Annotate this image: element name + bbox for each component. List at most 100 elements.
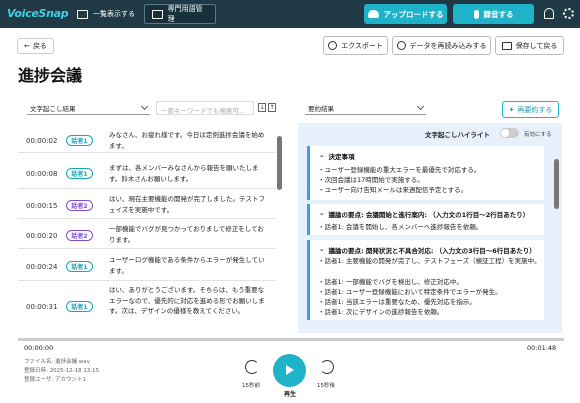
card-line: ・話者1: 一部機能でバグを検出し、修正対応中。: [318, 278, 463, 286]
card-line: ・話者1: 主要機能の開発が完了し、テストフェーズ（検証工程）を実施中。: [318, 257, 541, 265]
rewind-15-icon[interactable]: [245, 360, 259, 374]
row-time: 00:00:24: [26, 263, 58, 271]
chevron-down-icon: [140, 102, 149, 110]
card-line: ・話者1: ユーザー登録機能において特定条件でエラーが発生。: [318, 288, 502, 296]
forward-15-label: 15秒後: [317, 383, 335, 389]
row-time: 00:00:15: [26, 202, 58, 210]
card-header: ⌄ 議論の要点: 開発状況と不具合対応: （入力文の3行目〜6行目あたり）: [319, 245, 536, 255]
total-time: 00:01:48: [527, 344, 557, 352]
highlight-label: 文字起こしハイライト: [425, 131, 490, 139]
row-text: はい、ありがとうございます。そちらは、もう重要なエラーなので、優先的に対応を進め…: [109, 286, 265, 315]
card-line: ・話者1: 次にデザインの進捗報告を依頼。: [318, 308, 444, 316]
page-title: 進捗会議: [18, 66, 83, 85]
chevron-down-icon[interactable]: ⌄: [319, 151, 324, 161]
search-input[interactable]: 一部キーワードでも検索可...: [156, 101, 254, 115]
gear-icon[interactable]: [563, 8, 574, 19]
summary-card: ⌄ 議論の要点: 開発状況と不具合対応: （入力文の3行目〜6行目あたり） ・話…: [307, 240, 544, 320]
highlight-toggle[interactable]: [500, 128, 519, 138]
back-button[interactable]: ← 戻る: [17, 38, 54, 54]
search-down-icon[interactable]: ↓: [258, 103, 266, 112]
play-button[interactable]: [273, 354, 306, 387]
chevron-down-icon[interactable]: ⌄: [319, 245, 324, 255]
speaker-badge: 話者1: [66, 135, 93, 146]
top-bar: VoiceSnap 一覧表示する 専門用語管理 アップロードする 録音する: [0, 0, 580, 28]
upload-button[interactable]: アップロードする: [364, 4, 447, 24]
folder-icon: [501, 41, 512, 50]
summary-card: ⌄ 議論の要点: 会議開始と進行案内: （入力文の1行目〜2行目あたり） ・話者…: [307, 204, 544, 235]
card-line: ・話者1: 会議を開始し、各メンバーへ進捗報告を依頼。: [318, 223, 483, 231]
transcript-row[interactable]: 00:00:20 話者2 一部機能でバグが見つかっておりまして修正をしております…: [18, 219, 276, 249]
speaker-badge: 話者2: [66, 230, 93, 241]
transcript-list[interactable]: 00:00:02 話者1 みなさん、お疲れ様です。今日は定例進捗会議を始めます。…: [18, 126, 285, 332]
nav-list-view[interactable]: 一覧表示する: [70, 4, 142, 24]
record-button[interactable]: 録音する: [453, 4, 534, 24]
summary-scrollbar[interactable]: [554, 159, 559, 209]
search-up-icon[interactable]: ↑: [268, 103, 276, 112]
reload-button[interactable]: データを再読み込みする: [392, 36, 491, 55]
card-line: ・ユーザー登録機能の重大エラーを最優先で対応する。: [318, 166, 481, 174]
speaker-badge: 話者1: [66, 301, 93, 312]
card-header: ⌄ 決定事項: [319, 151, 354, 161]
sparkle-icon: ✦: [508, 105, 515, 114]
reload-label: データを再読み込みする: [409, 41, 487, 50]
transcript-row[interactable]: 00:00:31 話者1 はい、ありがとうございます。そちらは、もう重要なエラー…: [18, 281, 276, 332]
save-back-label: 保存して戻る: [515, 41, 558, 50]
back-label: 戻る: [32, 42, 47, 50]
bell-icon[interactable]: [544, 8, 554, 19]
mic-icon: [473, 9, 479, 19]
register-date: 登録日時: 2025-12-18 13:15: [24, 368, 100, 374]
transcript-select-value: 文字起こし結果: [30, 104, 76, 113]
export-label: エクスポート: [341, 41, 383, 50]
transcript-row[interactable]: 00:00:02 話者1 みなさん、お疲れ様です。今日は定例進捗会議を始めます。: [18, 126, 276, 153]
row-text: まずは、各メンバーみなさんから報告を願いたします。鈴木さんお願いします。: [109, 164, 259, 183]
app-logo[interactable]: VoiceSnap: [7, 7, 69, 20]
play-label: 再生: [284, 391, 297, 398]
arrow-left-icon: ←: [24, 42, 30, 50]
card-header: ⌄ 議論の要点: 会議開始と進行案内: （入力文の1行目〜2行目あたり）: [319, 209, 529, 219]
download-icon: [328, 41, 338, 50]
cloud-upload-icon: [367, 10, 379, 18]
forward-15-icon[interactable]: [320, 360, 334, 374]
row-time: 00:00:08: [26, 170, 58, 178]
speaker-badge: 話者1: [66, 168, 93, 179]
register-user: 登録ユーザ: アカウント1: [24, 377, 86, 383]
resummarize-label: 再要約する: [517, 105, 553, 114]
card-line: ・ユーザー向け告知メールは来週配信予定とする。: [318, 186, 468, 194]
transcript-select[interactable]: 文字起こし結果: [27, 101, 150, 115]
export-button[interactable]: エクスポート: [323, 36, 388, 55]
summary-card: ⌄ 決定事項 ・ユーザー登録機能の重大エラーを最優先で対応する。 ・次回会議は1…: [307, 146, 544, 200]
chevron-down-icon: [416, 102, 425, 110]
row-time: 00:00:20: [26, 232, 58, 240]
refresh-icon: [396, 41, 406, 50]
row-text: みなさん、お疲れ様です。今日は定例進捗会議を始めます。: [109, 131, 265, 150]
file-name: ファイル名: 進捗会議.wav: [24, 359, 90, 365]
card-title: 議論の要点: 開発状況と不具合対応: （入力文の3行目〜6行目あたり）: [328, 247, 536, 255]
row-text: はい、現在主要機能の開発が完了しました。テストフェイズを実施中です。: [109, 195, 265, 214]
audio-progress-bar[interactable]: [18, 338, 564, 341]
transcript-row[interactable]: 00:00:08 話者1 まずは、各メンバーみなさんから報告を願いたします。鈴木…: [18, 157, 276, 189]
nav-list-label: 一覧表示する: [93, 10, 135, 18]
transcript-row[interactable]: 00:00:24 話者1 ユーザーログ機能である条件からエラーが発生しています。: [18, 249, 276, 281]
upload-label: アップロードする: [383, 9, 444, 19]
list-icon: [77, 9, 88, 19]
transcript-row[interactable]: 00:00:15 話者2 はい、現在主要機能の開発が完了しました。テストフェイズ…: [18, 189, 276, 219]
rewind-15-label: 15秒前: [242, 383, 260, 389]
speaker-badge: 話者2: [66, 200, 93, 211]
card-title: 決定事項: [328, 153, 355, 161]
summary-select[interactable]: 要約結果: [305, 101, 426, 115]
row-time: 00:00:31: [26, 303, 58, 311]
row-time: 00:00:02: [26, 137, 58, 145]
save-back-button[interactable]: 保存して戻る: [495, 36, 564, 55]
nav-terms[interactable]: 専門用語管理: [144, 4, 216, 24]
resummarize-button[interactable]: ✦ 再要約する: [502, 101, 559, 118]
card-line: ・次回会議は17時開始で実施する。: [318, 176, 424, 184]
nav-terms-label: 専門用語管理: [167, 5, 203, 23]
speaker-badge: 話者1: [66, 261, 93, 272]
row-text: 一部機能でバグが見つかっておりまして修正をしております。: [109, 225, 264, 244]
book-icon: [152, 9, 163, 19]
transcript-scrollbar[interactable]: [277, 136, 282, 190]
chevron-down-icon[interactable]: ⌄: [319, 209, 324, 219]
highlight-state: 有効にする: [524, 132, 552, 138]
card-title: 議論の要点: 会議開始と進行案内: （入力文の1行目〜2行目あたり）: [328, 211, 530, 219]
row-text: ユーザーログ機能である条件からエラーが発生しています。: [109, 256, 265, 275]
